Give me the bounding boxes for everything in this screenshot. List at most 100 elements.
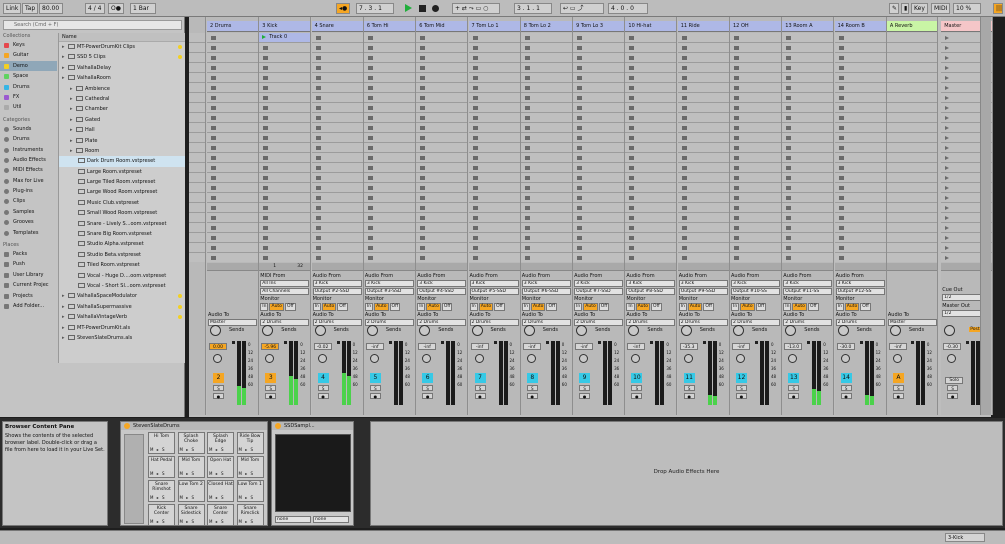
clip-stop-button[interactable] [263,195,269,200]
clip-stop-button[interactable] [681,175,687,180]
category-item[interactable]: Grooves [0,217,57,227]
pad-controls[interactable]: M ▸ S [180,471,196,476]
input-source-select[interactable]: 3 Kick [626,280,676,287]
clip-stop-button[interactable] [420,215,426,220]
solo-s-button[interactable]: S [631,385,643,391]
monitor-off-button[interactable]: Off [860,303,871,311]
clip-stop-button[interactable] [420,55,426,60]
clip-stop-button[interactable] [211,125,216,130]
clip-slot-grid[interactable] [677,33,729,262]
collection-item[interactable]: Space [0,71,57,81]
clip-stop-button[interactable] [472,235,478,240]
pan-knob[interactable] [579,354,589,363]
pad-controls[interactable]: M ▸ S [209,495,225,500]
volume-field[interactable]: -inf [732,343,750,350]
file-list-item[interactable]: ▸ Gated [59,115,185,125]
clip-slot-grid[interactable] [625,33,677,262]
category-item[interactable]: Sounds [0,124,57,134]
clip-stop-button[interactable] [838,215,844,220]
clip-stop-button[interactable] [786,115,792,120]
clip-stop-button[interactable] [367,245,373,250]
clip-stop-button[interactable] [524,245,530,250]
monitor-switch[interactable]: In Auto Off [469,303,506,311]
clip-stop-button[interactable] [211,225,216,230]
scene-launch-icon[interactable] [945,156,950,160]
clip-stop-button[interactable] [420,245,426,250]
clip-stop-button[interactable] [838,185,844,190]
clip-stop-button[interactable] [211,255,216,260]
file-list-item[interactable]: ▸ Ambience [59,84,185,94]
clip-stop-row[interactable] [625,263,677,271]
clip-stop-button[interactable] [786,65,792,70]
send-a-knob[interactable] [366,325,378,336]
scene-launch-icon[interactable] [945,126,950,130]
fader-handle[interactable] [807,341,811,344]
clip-stop-button[interactable] [734,175,739,180]
clip-slot-grid[interactable] [311,33,363,262]
clip-stop-button[interactable] [681,105,687,110]
clip-stop-row[interactable] [834,263,886,271]
pad-controls[interactable]: M ▸ S [180,519,196,524]
monitor-auto-button[interactable]: Auto [321,303,337,311]
clip-stop-button[interactable] [211,45,216,50]
scene-launch-icon[interactable] [945,106,950,110]
fader-handle[interactable] [910,341,914,344]
clip-stop-button[interactable] [577,155,583,160]
volume-field[interactable]: -inf [888,343,907,350]
clip-stop-button[interactable] [420,195,426,200]
clip-stop-button[interactable] [524,205,530,210]
track-header[interactable]: 2 Drums [207,21,258,32]
clip-stop-button[interactable] [367,205,373,210]
clip-stop-button[interactable] [681,85,687,90]
clip-stop-button[interactable] [524,165,530,170]
clip-stop-button[interactable] [263,175,269,180]
solo-s-button[interactable]: S [422,385,434,391]
fader-handle[interactable] [336,341,340,344]
input-source-select[interactable]: 3 Kick [731,280,780,287]
draw-mode-icon[interactable]: ✎ [889,3,899,14]
sampler-device[interactable]: SSDSampl... none none [271,421,354,526]
arm-button[interactable]: ● [422,393,434,399]
track-header[interactable]: 4 Snare [311,21,363,32]
input-channel-select[interactable]: Output #7-SSD [574,288,624,295]
clip-stop-button[interactable] [681,55,687,60]
track-activator-button[interactable]: 7 [474,373,486,383]
arm-button[interactable]: ● [892,393,904,399]
clip-stop-button[interactable] [420,35,426,40]
arm-button[interactable]: ● [474,393,486,399]
input-source-select[interactable]: 3 Kick [469,280,519,287]
clip-stop-button[interactable] [211,235,216,240]
clip-slot-grid[interactable] [886,33,937,262]
follow-button[interactable]: ◂● [336,3,350,14]
monitor-off-button[interactable]: Off [651,303,662,311]
clip-stop-button[interactable] [472,195,478,200]
clip-stop-button[interactable] [734,125,739,130]
clip[interactable]: Track 0 [259,33,311,42]
volume-field[interactable]: -inf [522,343,541,350]
clip-stop-button[interactable] [577,235,583,240]
scene-launch-icon[interactable] [945,196,950,200]
clip-stop-button[interactable] [577,75,583,80]
track-activator-button[interactable]: 5 [369,373,381,383]
clip-stop-button[interactable] [211,185,216,190]
clip-stop-button[interactable] [577,225,583,230]
arm-button[interactable]: ● [526,393,538,399]
clip-stop-button[interactable] [629,155,635,160]
scene-launch-icon[interactable] [945,186,950,190]
clip-stop-button[interactable] [786,35,792,40]
track-activator-button[interactable]: 10 [631,373,643,383]
collection-item[interactable]: Keys [0,40,57,50]
file-list-item[interactable]: Studio Alpha.vstpreset [59,239,185,249]
category-item[interactable]: Drums [0,134,57,144]
clip-stop-button[interactable] [734,245,739,250]
vertical-scrollbar[interactable] [980,17,991,415]
monitor-in-button[interactable]: In [835,303,844,311]
clip-stop-button[interactable] [263,185,269,190]
collection-item[interactable]: Drums [0,82,57,92]
clip-stop-button[interactable] [315,165,321,170]
send-a-knob[interactable] [944,325,956,336]
file-list-item[interactable]: ▸ SSD 5 Clips [59,52,185,62]
metronome-button[interactable]: O● [108,3,124,14]
clip-stop-button[interactable] [786,195,792,200]
clip-stop-button[interactable] [838,255,844,260]
